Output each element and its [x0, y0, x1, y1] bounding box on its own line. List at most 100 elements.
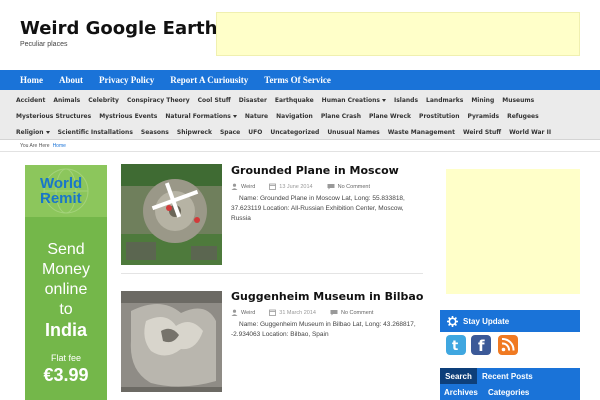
category-label: Islands — [394, 96, 419, 104]
stay-update-title: Stay Update — [463, 316, 510, 326]
post-thumbnail[interactable] — [121, 164, 222, 265]
category-label: Conspiracy Theory — [126, 96, 190, 104]
svg-text:t: t — [452, 339, 458, 354]
category-mystrious-events[interactable]: Mystrious Events — [95, 113, 161, 120]
category-waste-management[interactable]: Waste Management — [384, 129, 459, 136]
category-natural-formations[interactable]: Natural Formations — [161, 113, 241, 120]
category-seasons[interactable]: Seasons — [137, 129, 173, 136]
category-uncategorized[interactable]: Uncategorized — [266, 129, 323, 136]
calendar-icon — [269, 309, 277, 316]
post-comments[interactable]: No Comment — [338, 184, 370, 190]
category-unusual-names[interactable]: Unusual Names — [323, 129, 383, 136]
nav-item-privacy-policy[interactable]: Privacy Policy — [91, 75, 162, 85]
site-title[interactable]: Weird Google Earth — [20, 18, 217, 39]
post-excerpt: Name: Grounded Plane in Moscow Lat, Long… — [231, 195, 405, 222]
category-label: Mystrious Events — [99, 112, 158, 120]
category-label: Navigation — [276, 112, 313, 120]
category-earthquake[interactable]: Earthquake — [271, 97, 318, 104]
category-landmarks[interactable]: Landmarks — [422, 97, 467, 104]
ad-line-online: online — [44, 281, 88, 298]
category-refugees[interactable]: Refugees — [503, 113, 543, 120]
user-icon — [231, 309, 238, 316]
category-label: UFO — [248, 128, 263, 136]
main-nav: Home About Privacy Policy Report A Curio… — [0, 70, 600, 90]
category-religion[interactable]: Religion — [12, 129, 54, 136]
ad-line-send: Send — [47, 241, 85, 258]
gear-icon — [447, 315, 458, 327]
nav-item-report-a-curiousity[interactable]: Report A Curiousity — [162, 75, 256, 85]
comment-icon — [330, 310, 338, 316]
category-accident[interactable]: Accident — [12, 97, 49, 104]
post-divider — [121, 273, 423, 274]
nav-item-terms-of-service[interactable]: Terms Of Service — [256, 75, 339, 85]
breadcrumb-home-link[interactable]: Home — [53, 143, 66, 149]
breadcrumb: You Are Here Home — [0, 141, 600, 152]
ad-fee-label: Flat fee — [50, 353, 81, 363]
category-prostitution[interactable]: Prostitution — [415, 113, 463, 120]
comment-icon — [327, 184, 335, 190]
category-world-war-ii[interactable]: World War II — [505, 129, 555, 136]
category-shipwreck[interactable]: Shipwreck — [173, 129, 216, 136]
post-author[interactable]: Weird — [241, 184, 255, 190]
category-space[interactable]: Space — [216, 129, 244, 136]
post-author[interactable]: Weird — [241, 310, 255, 316]
ad-line-money: Money — [41, 261, 91, 278]
post-comments[interactable]: No Comment — [341, 310, 373, 316]
aerial-plane-image — [121, 164, 222, 265]
category-disaster[interactable]: Disaster — [235, 97, 271, 104]
post-title[interactable]: Guggenheim Museum in Bilbao — [231, 290, 423, 303]
category-label: Mysterious Structures — [16, 112, 92, 120]
category-pyramids[interactable]: Pyramids — [463, 113, 503, 120]
category-cool-stuff[interactable]: Cool Stuff — [194, 97, 235, 104]
post-thumbnail[interactable] — [121, 291, 222, 392]
category-animals[interactable]: Animals — [49, 97, 84, 104]
sidebar-tabs: Search Recent Posts Archives Categories — [440, 368, 580, 400]
breadcrumb-prefix: You Are Here — [20, 143, 50, 149]
category-ufo[interactable]: UFO — [244, 129, 266, 136]
site-tagline: Peculiar places — [20, 41, 68, 48]
category-label: Shipwreck — [176, 128, 212, 136]
category-nature[interactable]: Nature — [241, 113, 272, 120]
tab-categories[interactable]: Categories — [488, 384, 568, 400]
category-weird-stuff[interactable]: Weird Stuff — [459, 129, 505, 136]
category-plane-wreck[interactable]: Plane Wreck — [365, 113, 415, 120]
category-celebrity[interactable]: Celebrity — [84, 97, 123, 104]
nav-item-home[interactable]: Home — [12, 75, 51, 85]
category-label: Natural Formations — [165, 112, 231, 120]
category-islands[interactable]: Islands — [390, 97, 422, 104]
tab-search[interactable]: Search — [440, 368, 477, 384]
category-label: Mining — [471, 96, 495, 104]
post-meta: Weird 31 March 2014 No Comment — [231, 309, 373, 316]
aerial-museum-image — [121, 291, 222, 392]
stay-update-header: Stay Update — [440, 310, 580, 332]
tab-archives[interactable]: Archives — [444, 384, 484, 400]
rss-icon[interactable] — [497, 334, 519, 356]
post-title[interactable]: Grounded Plane in Moscow — [231, 164, 399, 177]
twitter-icon[interactable]: t — [445, 334, 467, 356]
category-navigation[interactable]: Navigation — [272, 113, 317, 120]
category-mining[interactable]: Mining — [467, 97, 498, 104]
header-ad-banner[interactable] — [216, 12, 580, 56]
left-ad-banner[interactable]: World Remit Send Money online to India F… — [25, 165, 107, 400]
facebook-icon[interactable]: f — [469, 334, 495, 356]
calendar-icon — [269, 183, 277, 190]
sidebar-ad-banner[interactable] — [446, 169, 580, 294]
category-scientific-installations[interactable]: Scientific Installations — [54, 129, 137, 136]
category-conspiracy-theory[interactable]: Conspiracy Theory — [123, 97, 194, 104]
category-label: Waste Management — [387, 128, 455, 136]
nav-item-about[interactable]: About — [51, 75, 91, 85]
category-museums[interactable]: Museums — [498, 97, 538, 104]
category-human-creations[interactable]: Human Creations — [318, 97, 390, 104]
category-mysterious-structures[interactable]: Mysterious Structures — [12, 113, 95, 120]
category-label: Disaster — [238, 96, 267, 104]
category-label: Plane Crash — [320, 112, 362, 120]
category-label: Celebrity — [88, 96, 119, 104]
user-icon — [231, 183, 238, 190]
category-label: Unusual Names — [327, 128, 380, 136]
tab-recent-posts[interactable]: Recent Posts — [481, 368, 576, 384]
category-label: Seasons — [140, 128, 169, 136]
post-excerpt: Name: Guggenheim Museum in Bilbao Lat, L… — [231, 321, 416, 338]
category-label: Pyramids — [467, 112, 500, 120]
category-plane-crash[interactable]: Plane Crash — [317, 113, 365, 120]
chevron-down-icon — [232, 114, 237, 118]
